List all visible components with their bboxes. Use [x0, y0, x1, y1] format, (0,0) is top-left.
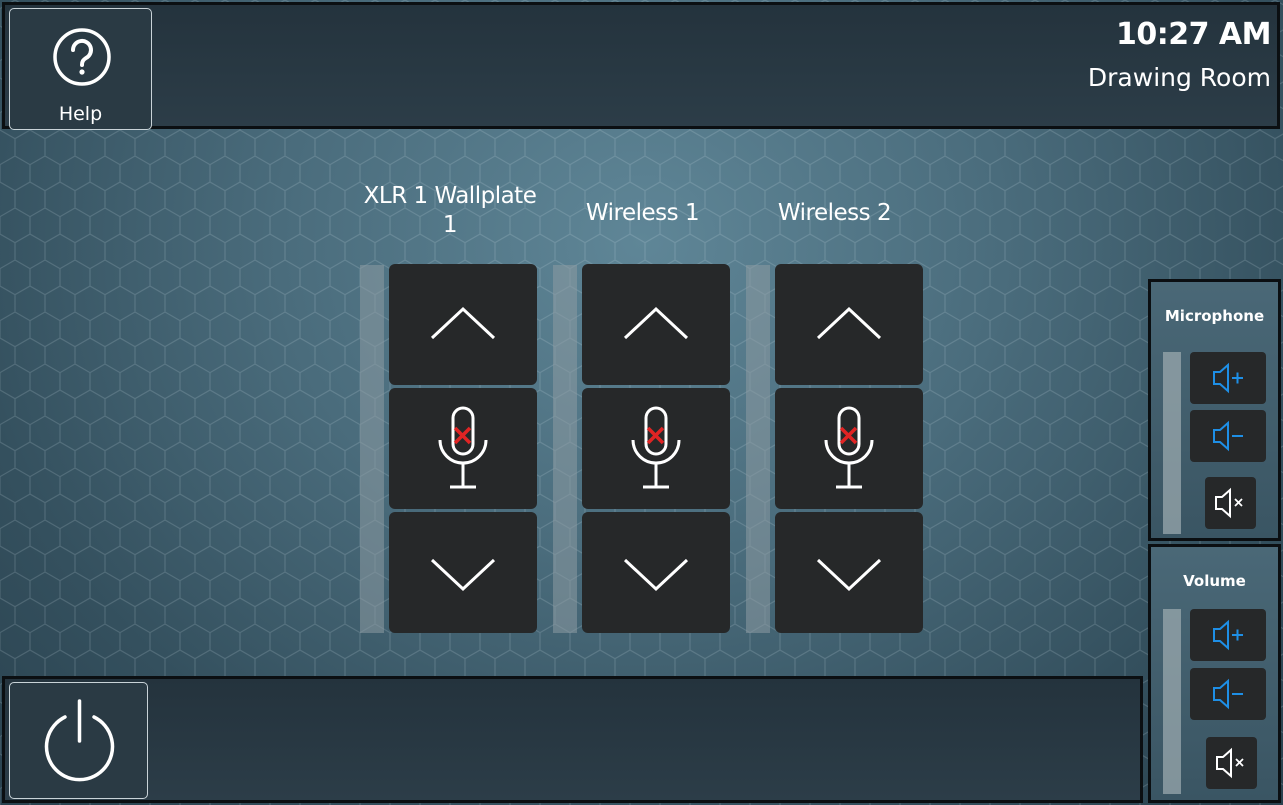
volume-up-icon	[1213, 362, 1243, 394]
clock: 10:27 AM	[1115, 17, 1272, 52]
channel-2-volume-up-button[interactable]	[582, 264, 730, 385]
channel-level-meter	[360, 265, 384, 633]
channel-name-wireless2: Wireless 2	[777, 200, 892, 226]
channel-1-volume-down-button[interactable]	[389, 512, 537, 633]
channel-2-volume-down-button[interactable]	[582, 512, 730, 633]
volume-up-button[interactable]	[1190, 609, 1266, 661]
channel-1-volume-up-button[interactable]	[389, 264, 537, 385]
microphone-volume-down-button[interactable]	[1190, 410, 1266, 462]
volume-down-icon	[1213, 678, 1243, 710]
volume-level-meter	[1163, 609, 1181, 794]
microphone-panel-title: Microphone	[1164, 307, 1265, 325]
channel-3-volume-down-button[interactable]	[775, 512, 923, 633]
volume-down-icon	[1213, 420, 1243, 452]
volume-up-icon	[1213, 619, 1243, 651]
chevron-up-icon	[430, 306, 496, 340]
microphone-muted-icon	[438, 406, 488, 489]
help-icon	[53, 28, 111, 86]
channel-level-meter	[553, 265, 577, 633]
microphone-level-meter	[1163, 352, 1181, 534]
channel-name-xlr1: XLR 1 Wallplate 1	[363, 183, 537, 238]
channel-1-mute-button[interactable]	[389, 388, 537, 509]
volume-panel: Volume	[1148, 544, 1281, 803]
microphone-mute-button[interactable]	[1205, 477, 1256, 529]
chevron-down-icon	[430, 558, 496, 592]
channel-level-meter	[746, 265, 770, 633]
help-label: Help	[58, 103, 103, 125]
microphone-volume-up-button[interactable]	[1190, 352, 1266, 404]
volume-mute-button[interactable]	[1206, 737, 1257, 789]
chevron-down-icon	[816, 558, 882, 592]
volume-panel-title: Volume	[1183, 572, 1246, 590]
microphone-muted-icon	[631, 406, 681, 489]
microphone-panel: Microphone	[1148, 279, 1281, 541]
chevron-down-icon	[623, 558, 689, 592]
top-bar: Help 10:27 AM Drawing Room	[2, 2, 1280, 130]
room-name: Drawing Room	[1087, 63, 1271, 92]
help-button[interactable]: Help	[9, 8, 152, 130]
microphone-muted-icon	[824, 406, 874, 489]
volume-down-button[interactable]	[1190, 668, 1266, 720]
power-button[interactable]	[9, 682, 148, 799]
chevron-up-icon	[816, 306, 882, 340]
bottom-bar	[2, 676, 1143, 803]
channel-2-mute-button[interactable]	[582, 388, 730, 509]
channel-3-volume-up-button[interactable]	[775, 264, 923, 385]
volume-mute-icon	[1216, 747, 1244, 779]
channel-3-mute-button[interactable]	[775, 388, 923, 509]
volume-mute-icon	[1215, 487, 1243, 519]
chevron-up-icon	[623, 306, 689, 340]
power-icon	[44, 699, 115, 782]
channel-name-wireless1: Wireless 1	[585, 200, 700, 226]
